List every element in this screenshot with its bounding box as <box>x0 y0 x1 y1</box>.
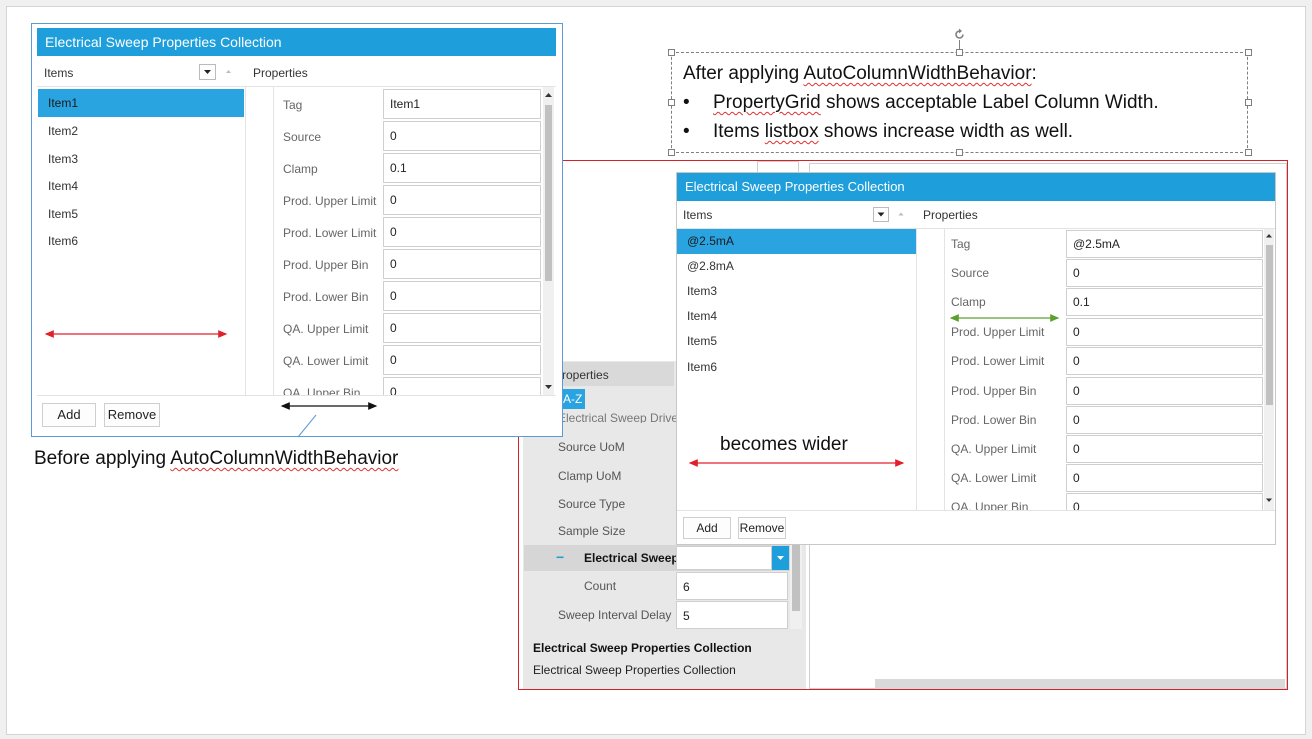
resize-handle[interactable] <box>956 49 963 56</box>
resize-handle[interactable] <box>668 49 675 56</box>
blue-connector-line <box>297 414 317 438</box>
becomes-wider-label: becomes wider <box>720 434 848 455</box>
resize-handle[interactable] <box>668 99 675 106</box>
after-heading-suffix: : <box>1031 63 1037 84</box>
resize-handle[interactable] <box>668 149 675 156</box>
bullet2-rest: shows increase width as well. <box>818 121 1074 142</box>
before-caption: Before applying AutoColumnWidthBehavior <box>34 448 398 470</box>
resize-handle[interactable] <box>1245 49 1252 56</box>
before-caption-prefix: Before applying <box>34 448 171 469</box>
resize-handle[interactable] <box>1245 99 1252 106</box>
rotate-handle-icon[interactable] <box>952 27 967 42</box>
bullet-point: • PropertyGrid shows acceptable Label Co… <box>683 92 1159 114</box>
after-heading-prefix: After applying <box>683 63 804 84</box>
bullet-text: PropertyGrid shows acceptable Label Colu… <box>713 92 1159 114</box>
resize-handle[interactable] <box>956 149 963 156</box>
resize-handle[interactable] <box>1245 149 1252 156</box>
after-heading-keyword: AutoColumnWidthBehavior <box>803 63 1032 84</box>
propertygrid-keyword: PropertyGrid <box>713 92 821 113</box>
bullet-text: Items listbox shows increase width as we… <box>713 121 1073 143</box>
bullet-marker: • <box>683 121 690 142</box>
bullet-marker: • <box>683 92 690 113</box>
bullet2-prefix: Items <box>713 121 765 142</box>
after-heading: After applying AutoColumnWidthBehavior: <box>683 63 1037 85</box>
before-caption-keyword: AutoColumnWidthBehavior <box>170 448 399 469</box>
listbox-keyword: listbox <box>764 121 819 142</box>
bullet-point: • Items listbox shows increase width as … <box>683 121 1073 143</box>
bullet1-rest: shows acceptable Label Column Width. <box>820 92 1159 113</box>
